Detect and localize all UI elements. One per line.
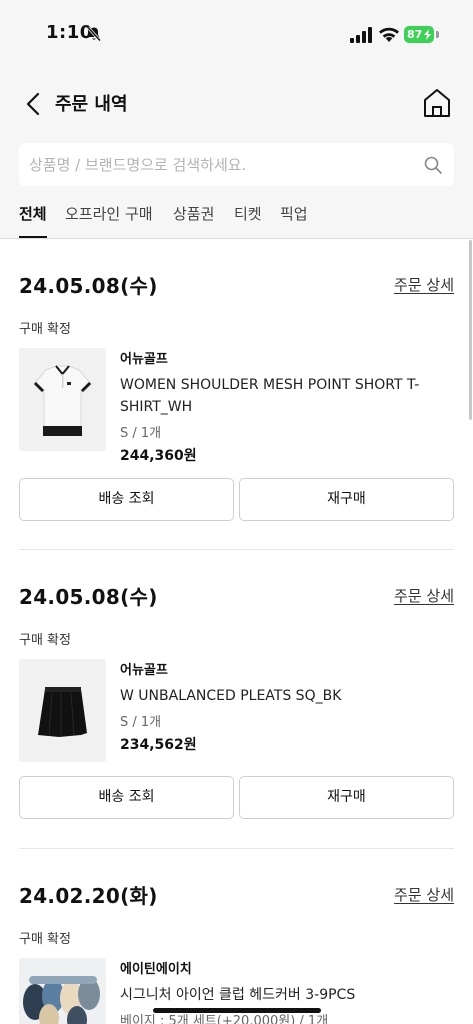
pleats-skirt-image xyxy=(19,659,106,762)
order-date: 24.02.20(화) xyxy=(19,884,158,908)
home-icon[interactable] xyxy=(420,86,454,120)
product-info[interactable]: 에이틴에이치 시그니처 아이언 클럽 헤드커버 3-9PCS 베이지 : 5개 … xyxy=(120,958,440,1024)
order-divider xyxy=(19,848,454,849)
product-image[interactable] xyxy=(19,958,106,1024)
order-divider xyxy=(19,549,454,550)
app-header: 주문 내역 xyxy=(0,70,473,138)
status-bar: 1:10 87 xyxy=(0,0,473,70)
order-status: 구매 확정 xyxy=(19,633,71,648)
product-image[interactable] xyxy=(19,659,106,762)
tab-all[interactable]: 전체 xyxy=(19,203,47,238)
order-detail-link[interactable]: 주문 상세 xyxy=(394,585,454,606)
search-section xyxy=(0,138,473,194)
headcover-set-image xyxy=(19,958,106,1024)
track-delivery-button[interactable]: 배송 조회 xyxy=(19,478,234,521)
search-icon[interactable] xyxy=(423,155,443,175)
battery-level: 87 xyxy=(407,28,423,41)
battery-icon: 87 xyxy=(404,26,434,43)
tab-gift-card[interactable]: 상품권 xyxy=(173,203,214,236)
page-title: 주문 내역 xyxy=(55,94,128,115)
order-detail-link[interactable]: 주문 상세 xyxy=(394,884,454,905)
product-option: S / 1개 xyxy=(120,715,162,730)
product-name: 시그니처 아이언 클럽 헤드커버 3-9PCS xyxy=(120,987,356,1003)
reorder-button[interactable]: 재구매 xyxy=(239,478,454,521)
search-input[interactable] xyxy=(29,143,409,186)
product-price: 244,360원 xyxy=(120,448,197,464)
product-option: S / 1개 xyxy=(120,426,162,441)
product-price: 234,562원 xyxy=(120,737,197,753)
product-name: W UNBALANCED PLEATS SQ_BK xyxy=(120,688,342,704)
order-date: 24.05.08(수) xyxy=(19,274,158,298)
product-brand: 어뉴골프 xyxy=(120,663,168,678)
home-indicator[interactable] xyxy=(153,1008,321,1013)
product-info[interactable]: 어뉴골프 WOMEN SHOULDER MESH POINT SHORT T-S… xyxy=(120,348,440,465)
wifi-icon xyxy=(379,27,399,42)
bell-off-icon xyxy=(86,26,102,42)
product-info[interactable]: 어뉴골프 W UNBALANCED PLEATS SQ_BK S / 1개 23… xyxy=(120,659,440,754)
polo-shirt-image xyxy=(19,348,106,451)
product-name: WOMEN SHOULDER MESH POINT SHORT T-SHIRT_… xyxy=(120,377,420,415)
reorder-button[interactable]: 재구매 xyxy=(239,776,454,819)
battery-cap xyxy=(436,31,439,38)
order-status: 구매 확정 xyxy=(19,932,71,947)
tab-ticket[interactable]: 티켓 xyxy=(234,203,262,236)
tab-offline-purchase[interactable]: 오프라인 구매 xyxy=(65,203,153,236)
order-tabs: 전체 오프라인 구매 상품권 티켓 픽업 xyxy=(0,194,473,239)
product-image[interactable] xyxy=(19,348,106,451)
signal-icon xyxy=(350,27,372,43)
order-date: 24.05.08(수) xyxy=(19,585,158,609)
order-status: 구매 확정 xyxy=(19,322,71,337)
track-delivery-button[interactable]: 배송 조회 xyxy=(19,776,234,819)
scrollbar[interactable] xyxy=(469,240,472,420)
tab-pickup[interactable]: 픽업 xyxy=(280,203,308,236)
back-arrow-icon[interactable] xyxy=(18,88,50,120)
order-detail-link[interactable]: 주문 상세 xyxy=(394,274,454,295)
charging-bolt-icon xyxy=(424,29,431,40)
product-brand: 에이틴에이치 xyxy=(120,962,192,977)
product-brand: 어뉴골프 xyxy=(120,352,168,367)
search-box xyxy=(19,143,454,186)
